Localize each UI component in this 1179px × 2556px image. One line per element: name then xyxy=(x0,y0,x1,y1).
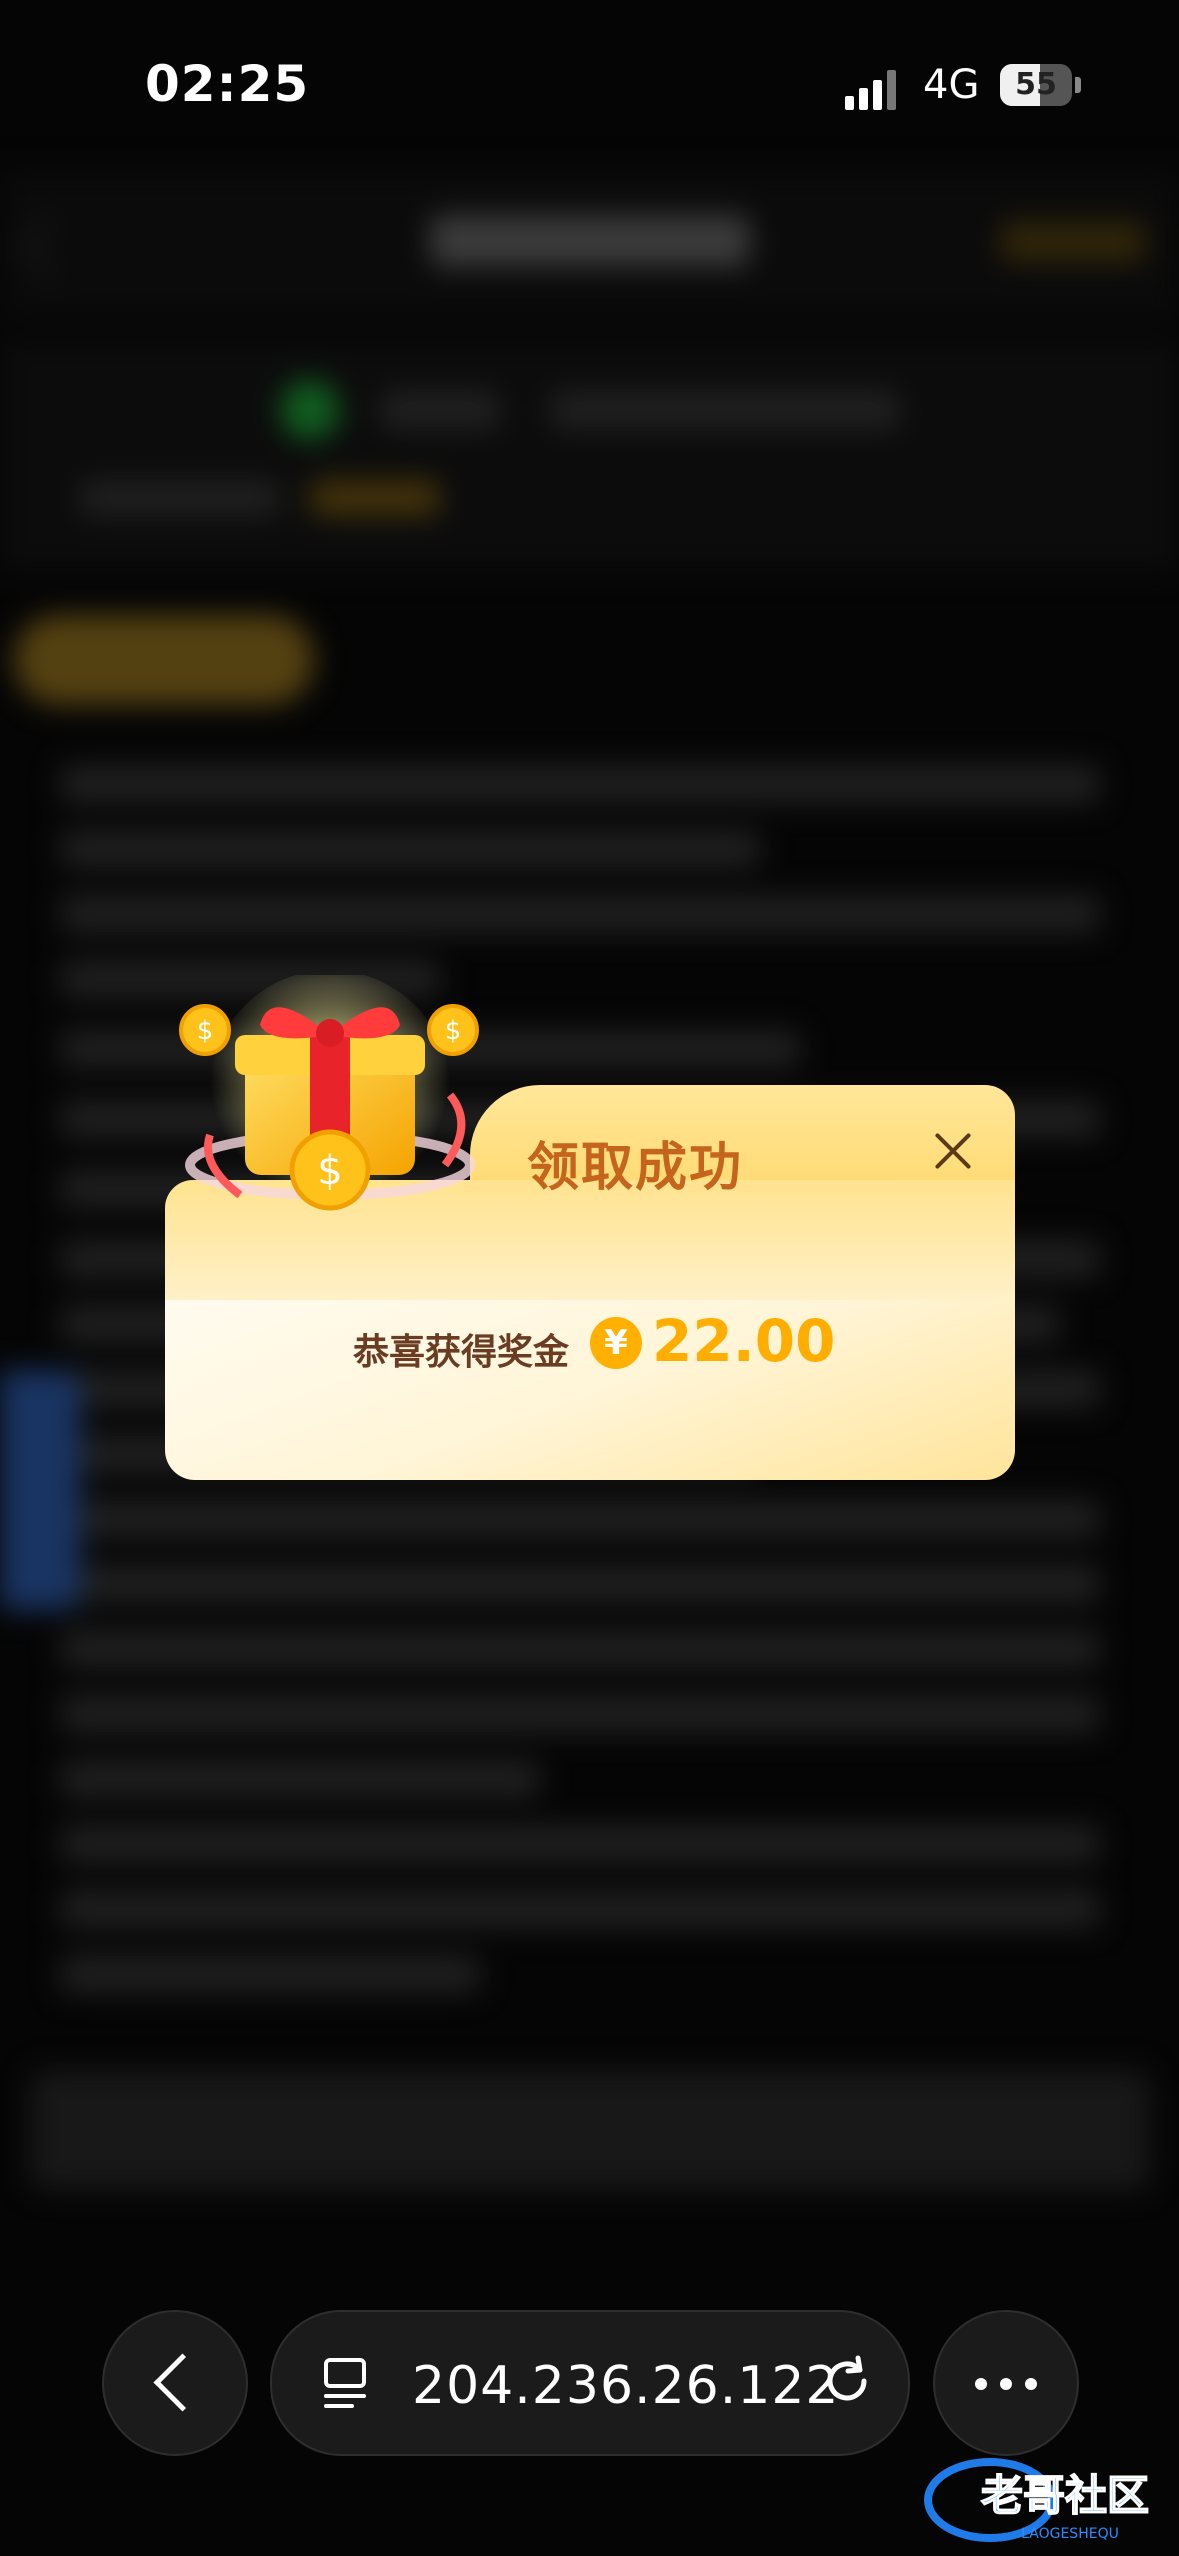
more-dot xyxy=(1025,2378,1037,2390)
battery-icon: 55 xyxy=(1000,64,1072,106)
cellular-signal-icon xyxy=(845,68,905,110)
url-bar[interactable]: 204.236.26.122 xyxy=(270,2310,910,2456)
battery-level: 55 xyxy=(1015,67,1057,102)
status-time: 02:25 xyxy=(145,55,310,113)
yen-coin-icon: ¥ xyxy=(590,1317,642,1369)
reader-mode-icon[interactable] xyxy=(322,2356,368,2410)
svg-text:$: $ xyxy=(445,1016,462,1046)
more-dot xyxy=(975,2378,987,2390)
url-text: 204.236.26.122 xyxy=(412,2356,840,2416)
watermark-logo: 老哥社区 LAOGESHEQU xyxy=(924,2458,1150,2542)
more-options-button[interactable] xyxy=(933,2310,1079,2456)
svg-text:$: $ xyxy=(317,1148,342,1194)
reward-amount: 22.00 xyxy=(652,1307,836,1375)
battery-tip xyxy=(1075,77,1081,93)
close-button[interactable] xyxy=(925,1123,981,1179)
reload-icon[interactable] xyxy=(820,2354,874,2408)
back-button[interactable] xyxy=(102,2310,248,2456)
svg-text:$: $ xyxy=(197,1016,214,1046)
more-dot xyxy=(1000,2378,1012,2390)
popup-body xyxy=(165,1300,1015,1480)
watermark-subtext: LAOGESHEQU xyxy=(1021,2526,1119,2542)
gift-box-icon: $ $ $ xyxy=(179,975,479,1211)
network-type: 4G xyxy=(923,62,980,108)
popup-title: 领取成功 xyxy=(527,1138,744,1198)
reward-label: 恭喜获得奖金 xyxy=(353,1332,570,1373)
watermark-text: 老哥社区 xyxy=(981,2471,1149,2520)
